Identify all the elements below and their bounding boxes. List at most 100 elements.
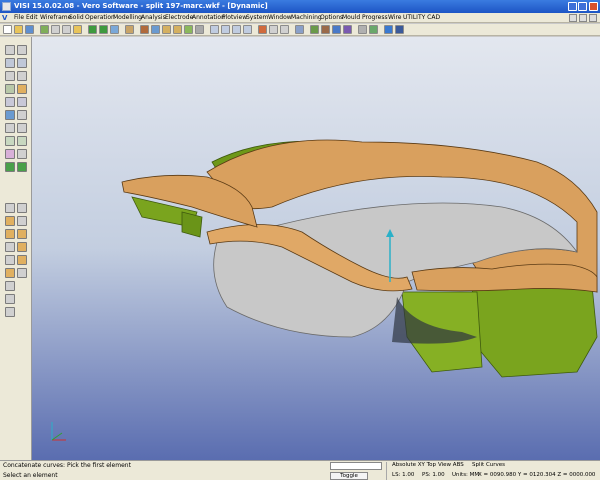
close-button[interactable] (589, 2, 598, 11)
menu-machining[interactable]: Machining (291, 14, 322, 21)
units: Units: MM (452, 472, 480, 478)
trim-icon[interactable] (5, 97, 15, 107)
command-combo[interactable] (330, 462, 382, 470)
grid-icon[interactable] (310, 25, 319, 34)
snap-point-icon[interactable] (5, 203, 15, 213)
copy-icon[interactable] (62, 25, 71, 34)
snap-curve-icon[interactable] (17, 242, 27, 252)
snap-end-icon[interactable] (5, 216, 15, 226)
view-iso-icon[interactable] (243, 25, 252, 34)
text-icon[interactable] (5, 294, 15, 304)
menu-wireframe[interactable]: Wireframe (40, 14, 71, 21)
viewport-3d[interactable] (32, 37, 600, 460)
view-side-icon[interactable] (232, 25, 241, 34)
menu-plotview[interactable]: Plotview (222, 14, 247, 21)
rectangle-icon[interactable] (17, 71, 27, 81)
snap-mid-icon[interactable] (17, 216, 27, 226)
orange-flange-right (411, 263, 598, 293)
offset-icon[interactable] (17, 84, 27, 94)
zoom-window-icon[interactable] (151, 25, 160, 34)
mirror-icon[interactable] (5, 149, 15, 159)
point-icon[interactable] (5, 45, 15, 55)
extend-icon[interactable] (17, 97, 27, 107)
wireframe-display-icon[interactable] (269, 25, 278, 34)
undo-icon[interactable] (88, 25, 97, 34)
menu-annotation[interactable]: Annotation (192, 14, 225, 21)
hidden-line-icon[interactable] (280, 25, 289, 34)
polyline-icon[interactable] (5, 84, 15, 94)
surface-icon[interactable] (5, 110, 15, 120)
snap-quadrant-icon[interactable] (17, 255, 27, 265)
spline-icon[interactable] (5, 71, 15, 81)
redo-icon[interactable] (99, 25, 108, 34)
menu-window[interactable]: Window (268, 14, 292, 21)
view-top-icon[interactable] (210, 25, 219, 34)
zoom-out-icon[interactable] (173, 25, 182, 34)
menu-operation[interactable]: Operation (85, 14, 115, 21)
analysis-icon[interactable] (332, 25, 341, 34)
fillet-icon[interactable] (5, 123, 15, 133)
section-icon[interactable] (295, 25, 304, 34)
snap-normal-icon[interactable] (5, 255, 15, 265)
zoom-in-icon[interactable] (162, 25, 171, 34)
menu-wire[interactable]: Wire (388, 14, 402, 21)
mdi-close-button[interactable] (589, 14, 597, 22)
shell-icon[interactable] (17, 136, 27, 146)
menu-electrode[interactable]: Electrode (165, 14, 193, 21)
circle-icon[interactable] (17, 58, 27, 68)
snap-free-icon[interactable] (17, 268, 27, 278)
paste-icon[interactable] (73, 25, 82, 34)
print-icon[interactable] (40, 25, 49, 34)
shield-icon[interactable] (395, 25, 404, 34)
view-front-icon[interactable] (221, 25, 230, 34)
menu-progress[interactable]: Progress (362, 14, 388, 21)
menu-file[interactable]: File (14, 14, 24, 21)
color-icon[interactable] (343, 25, 352, 34)
dimension-icon[interactable] (5, 281, 15, 291)
arrow-left-icon[interactable] (5, 162, 15, 172)
help-icon[interactable] (384, 25, 393, 34)
zoom-all-icon[interactable] (140, 25, 149, 34)
menu-system[interactable]: System (246, 14, 268, 21)
save-icon[interactable] (25, 25, 34, 34)
arc-icon[interactable] (5, 58, 15, 68)
arrow-right-icon[interactable] (17, 162, 27, 172)
snap-tangent-icon[interactable] (17, 229, 27, 239)
snap-grid-icon[interactable] (17, 203, 27, 213)
split-curves: Split Curves (472, 462, 506, 468)
new-file-icon[interactable] (3, 25, 12, 34)
chamfer-icon[interactable] (17, 123, 27, 133)
pan-icon[interactable] (184, 25, 193, 34)
snap-intersection-icon[interactable] (5, 242, 15, 252)
minimize-button[interactable] (568, 2, 577, 11)
toggle-button[interactable]: Toggle (330, 472, 368, 480)
properties-icon[interactable] (369, 25, 378, 34)
menu-edit[interactable]: Edit (26, 14, 38, 21)
refresh-icon[interactable] (110, 25, 119, 34)
layer-icon[interactable] (125, 25, 134, 34)
line-icon[interactable] (17, 45, 27, 55)
solid-icon[interactable] (17, 110, 27, 120)
menu-solid[interactable]: Solid (69, 14, 84, 21)
cut-icon[interactable] (51, 25, 60, 34)
view-label: Absolute XY Top (392, 462, 436, 468)
hatch-icon[interactable] (5, 307, 15, 317)
mdi-restore-button[interactable] (579, 14, 587, 22)
measure-icon[interactable] (321, 25, 330, 34)
rotate-icon[interactable] (195, 25, 204, 34)
mdi-minimize-button[interactable] (569, 14, 577, 22)
move-icon[interactable] (17, 149, 27, 159)
axis-toggle-icon[interactable] (8, 179, 18, 189)
menu-mould[interactable]: Mould (342, 14, 360, 21)
shade-icon[interactable] (258, 25, 267, 34)
boolean-icon[interactable] (5, 136, 15, 146)
attributes-icon[interactable] (358, 25, 367, 34)
open-folder-icon[interactable] (14, 25, 23, 34)
snap-center-icon[interactable] (5, 229, 15, 239)
menu-analysis[interactable]: Analysis (141, 14, 166, 21)
menu-options[interactable]: Options (320, 14, 343, 21)
maximize-button[interactable] (578, 2, 587, 11)
menu-modelling[interactable]: Modelling (113, 14, 142, 21)
menu-utility-cad[interactable]: UTILITY CAD (403, 14, 440, 21)
snap-nearest-icon[interactable] (5, 268, 15, 278)
